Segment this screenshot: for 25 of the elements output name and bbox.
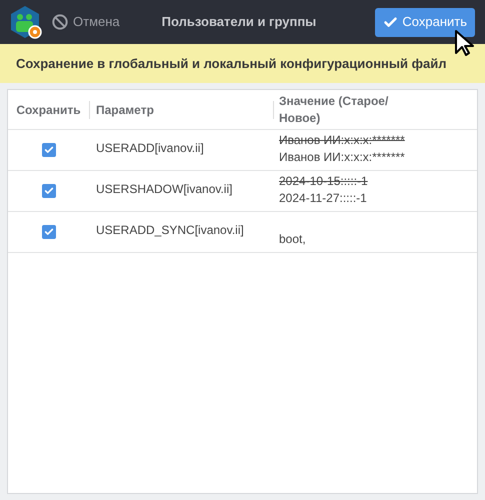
column-header: Сохранить	[8, 100, 90, 118]
new-value: Иванов ИИ:x:x:x:*******	[279, 149, 405, 166]
table-cell: USERSHADOW[ivanov.ii]	[96, 182, 232, 196]
window-title: Пользователи и группы	[162, 13, 316, 32]
table-cell: USERADD_SYNC[ivanov.ii]	[96, 223, 244, 237]
check-icon	[383, 14, 398, 30]
old-value: Иванов ИИ:x:x:x:*******	[279, 132, 405, 149]
cursor-icon	[454, 29, 476, 57]
check-icon	[44, 227, 54, 237]
column-header: Параметр	[90, 100, 274, 118]
checkbox[interactable]	[42, 143, 56, 157]
check-icon	[44, 145, 54, 155]
save-button[interactable]: Сохранить	[375, 8, 475, 36]
cancel-icon	[52, 14, 68, 30]
old-value: 2024-10-15:::::-1	[279, 173, 368, 190]
check-icon	[44, 186, 54, 196]
cancel-button[interactable]: Отмена	[52, 12, 120, 32]
new-value: 2024-11-27:::::-1	[279, 190, 368, 207]
table-cell: USERADD[ivanov.ii]	[96, 141, 204, 155]
new-value: boot,	[279, 231, 306, 248]
checkbox[interactable]	[42, 184, 56, 198]
checkbox[interactable]	[42, 225, 56, 239]
users-app-icon	[10, 5, 42, 39]
column-header: Значение (Старое/Новое)	[278, 92, 389, 126]
banner: Сохранение в глобальный и локальный конфигурационный файл	[0, 44, 485, 83]
